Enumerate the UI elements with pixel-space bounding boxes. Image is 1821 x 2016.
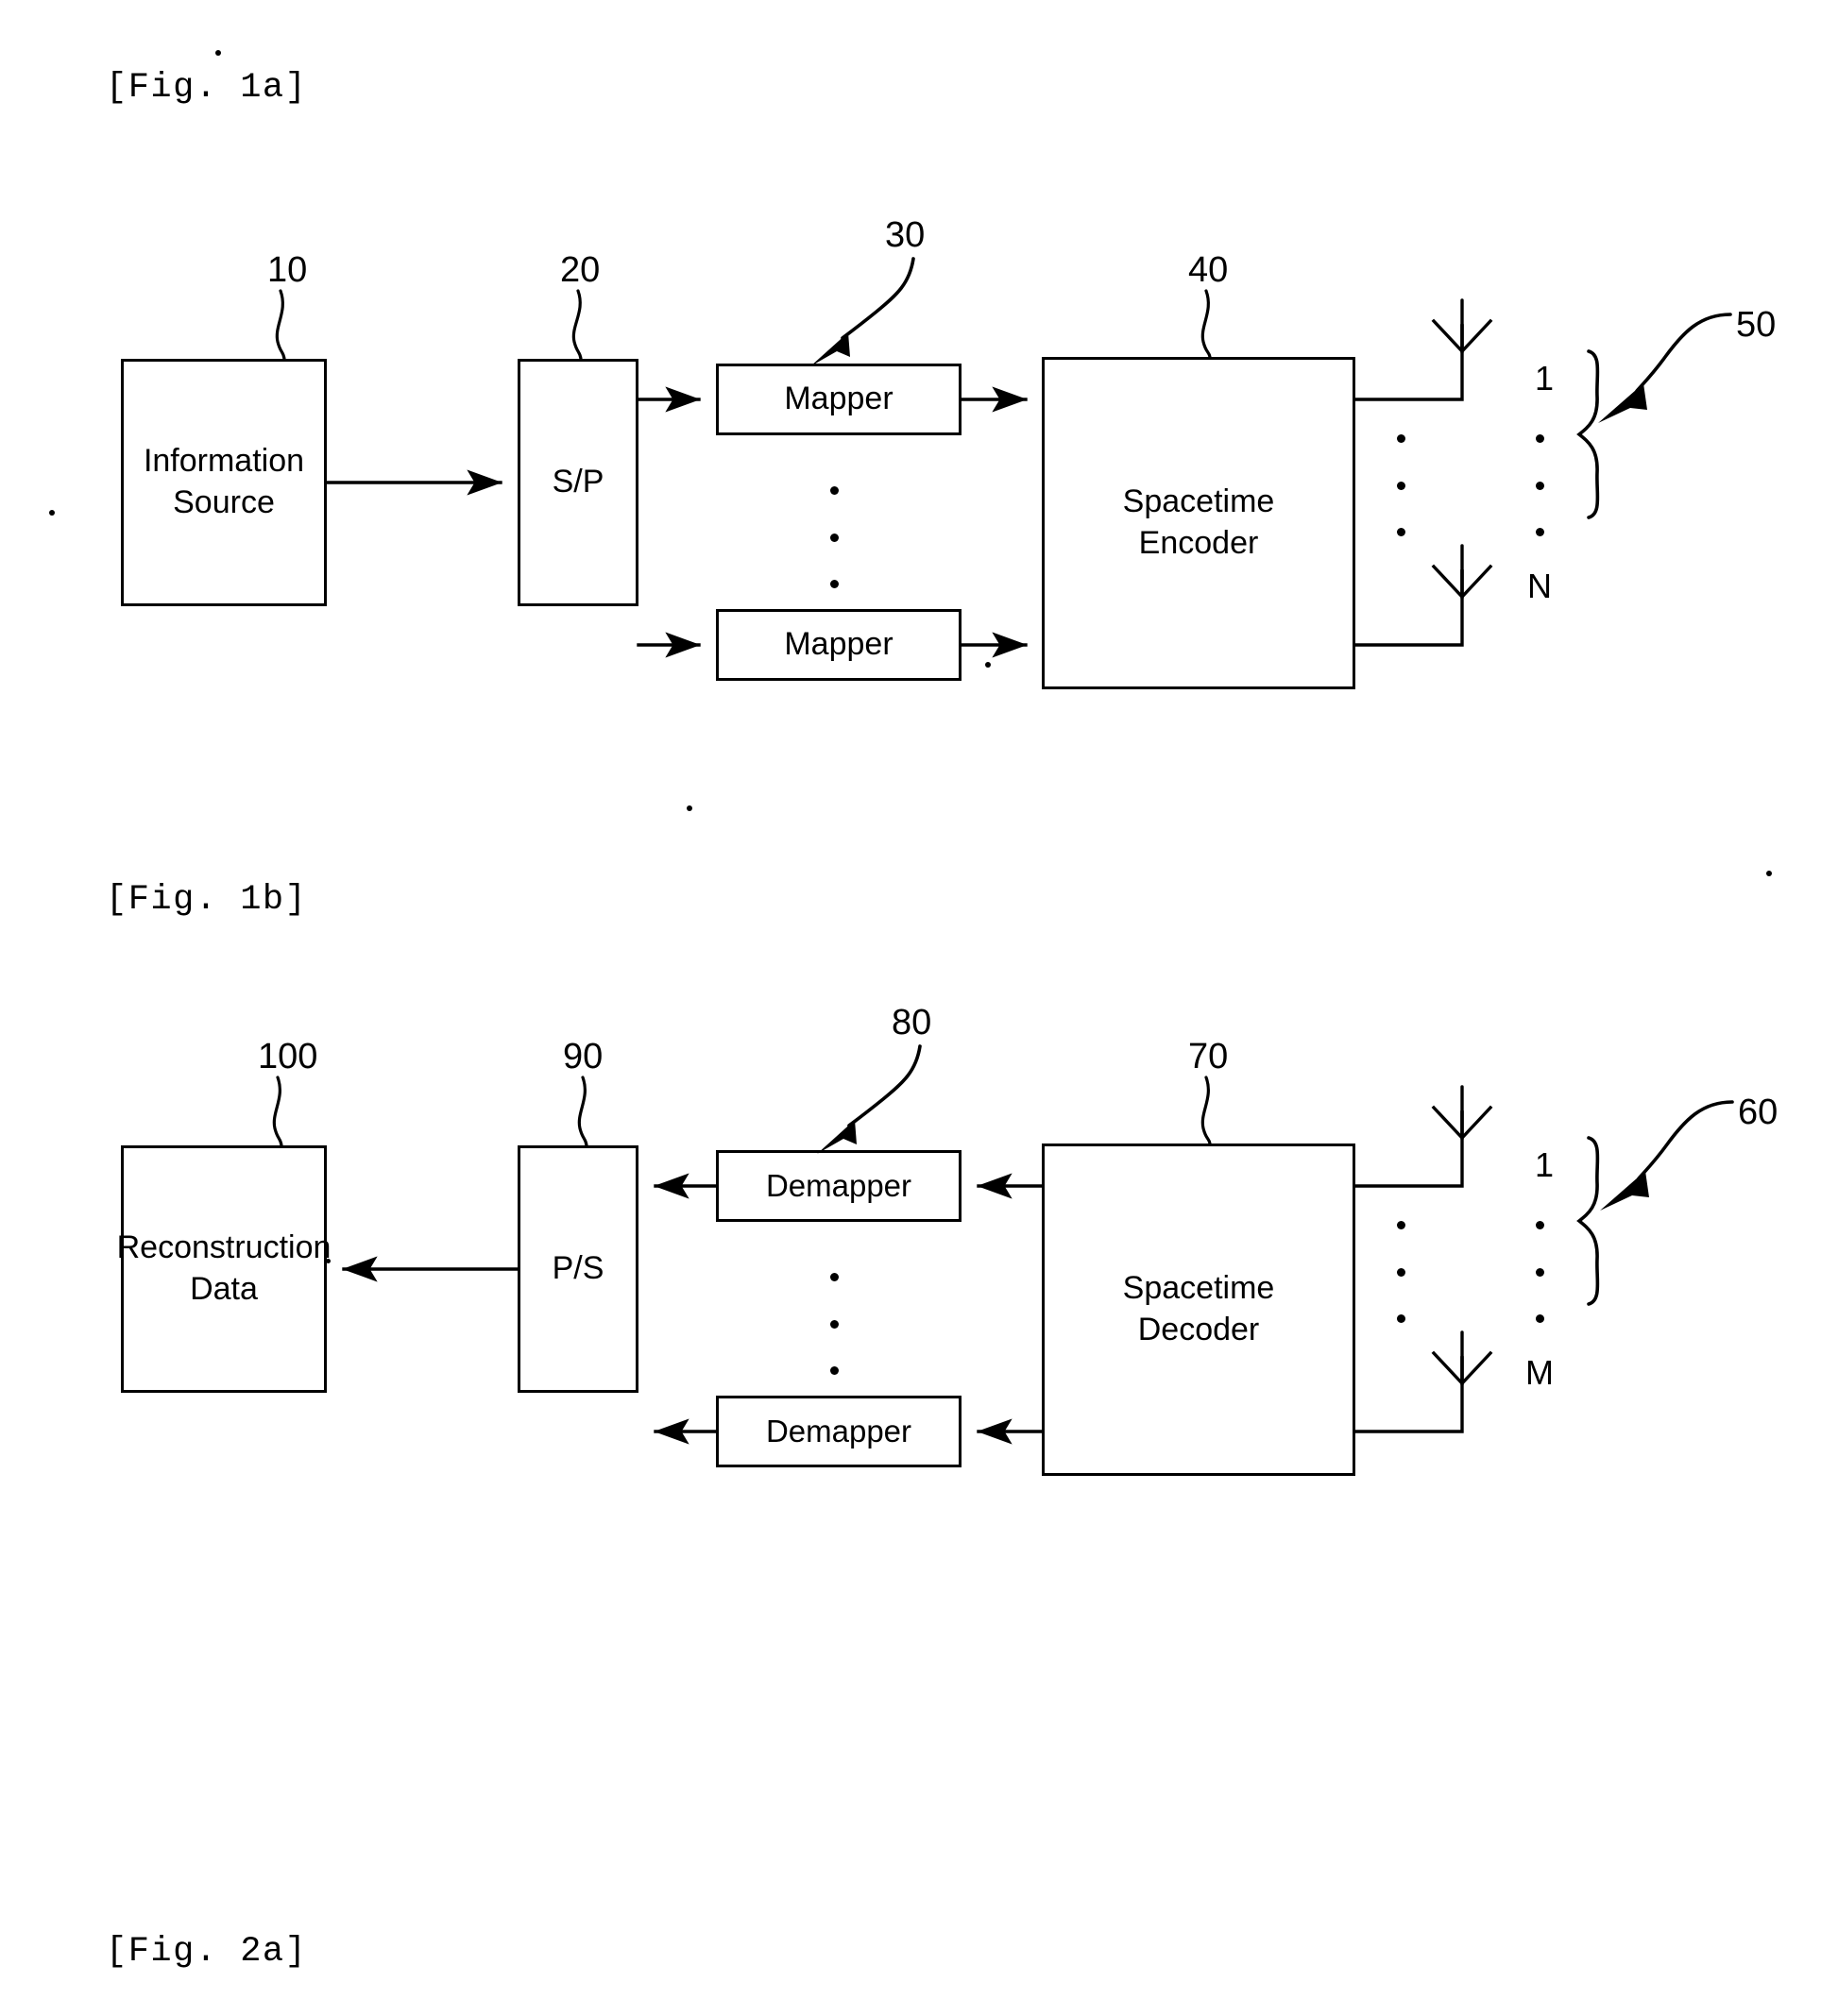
antenna-index-ellipsis-tx (1535, 434, 1544, 536)
block-parallel-to-serial-label: P/S (552, 1250, 604, 1287)
block-demapper-bottom-label: Demapper (765, 1413, 912, 1448)
scan-speck (687, 805, 692, 811)
antenna-index-last-rx: M (1525, 1353, 1554, 1392)
leader-arrow-50 (1635, 313, 1732, 393)
block-information-source-label: Information Source (143, 443, 305, 520)
block-demapper-top: Demapper (716, 1150, 962, 1222)
scan-speck (326, 1259, 331, 1263)
demapper-ellipsis (829, 1273, 839, 1375)
antenna-lead-rx-m (1353, 1356, 1464, 1433)
antenna-lead-tx-1 (1353, 324, 1464, 401)
leader-line-10 (275, 289, 286, 361)
antenna-lead-ellipsis-rx (1396, 1221, 1405, 1323)
block-mapper-top-label: Mapper (784, 381, 893, 417)
antenna-index-last-tx: N (1527, 567, 1552, 605)
antenna-count-brace-tx (1576, 349, 1600, 519)
antenna-icon-tx-n (1431, 564, 1493, 600)
antenna-index-ellipsis-rx (1535, 1221, 1544, 1323)
ref-numeral-70: 70 (1188, 1037, 1229, 1076)
leader-line-90 (577, 1076, 588, 1147)
ref-numeral-80: 80 (892, 1003, 932, 1042)
block-demapper-top-label: Demapper (765, 1167, 912, 1203)
leader-arrow-80 (847, 1044, 922, 1127)
antenna-icon-rx-1 (1431, 1105, 1493, 1141)
ref-numeral-60: 60 (1738, 1093, 1778, 1132)
leader-arrowhead-50 (1598, 383, 1647, 423)
antenna-icon-rx-m (1431, 1350, 1493, 1386)
leader-line-100 (272, 1076, 283, 1147)
leader-line-40 (1200, 289, 1212, 359)
antenna-index-first-rx: 1 (1535, 1145, 1555, 1184)
block-spacetime-encoder-label: Spacetime Encoder (1122, 483, 1275, 561)
ref-numeral-20: 20 (560, 250, 601, 290)
figure-caption-1b: [Fig. 1b] (106, 880, 308, 920)
scan-speck (1766, 871, 1772, 876)
block-serial-to-parallel-label: S/P (552, 464, 604, 500)
ref-numeral-90: 90 (563, 1037, 604, 1076)
ref-numeral-30: 30 (885, 215, 926, 255)
ref-numeral-100: 100 (258, 1037, 318, 1076)
antenna-lead-tx-n (1353, 569, 1464, 647)
leader-arrow-60 (1637, 1100, 1734, 1180)
leader-arrowhead-80 (817, 1120, 857, 1154)
leader-line-70 (1200, 1076, 1212, 1145)
antenna-lead-ellipsis-tx (1396, 434, 1405, 536)
scan-speck (985, 662, 991, 668)
leader-arrowhead-60 (1600, 1171, 1649, 1211)
block-parallel-to-serial: P/S (518, 1145, 638, 1393)
mapper-ellipsis (829, 486, 839, 588)
block-spacetime-encoder: Spacetime Encoder (1042, 357, 1355, 689)
ref-numeral-40: 40 (1188, 250, 1229, 290)
block-mapper-top: Mapper (716, 364, 962, 435)
figure-caption-2a: [Fig. 2a] (106, 1932, 308, 1972)
block-demapper-bottom: Demapper (716, 1396, 962, 1467)
scan-speck (49, 510, 55, 516)
scan-speck (215, 50, 221, 56)
ref-numeral-50: 50 (1736, 305, 1777, 345)
leader-arrow-30 (841, 257, 915, 340)
figure-caption-1a: [Fig. 1a] (106, 68, 308, 108)
ref-numeral-10: 10 (267, 250, 308, 290)
antenna-index-first-tx: 1 (1535, 359, 1555, 398)
block-spacetime-decoder: Spacetime Decoder (1042, 1144, 1355, 1476)
leader-line-20 (571, 289, 583, 361)
block-mapper-bottom: Mapper (716, 609, 962, 681)
block-reconstruction-data-label: Reconstruction Data (116, 1229, 332, 1307)
block-reconstruction-data: Reconstruction Data (117, 1145, 331, 1393)
block-information-source: Information Source (121, 359, 327, 606)
antenna-lead-rx-1 (1353, 1110, 1464, 1188)
block-mapper-bottom-label: Mapper (784, 626, 893, 663)
block-spacetime-decoder-label: Spacetime Decoder (1122, 1270, 1275, 1347)
leader-arrowhead-30 (810, 332, 850, 366)
antenna-icon-tx-1 (1431, 318, 1493, 354)
antenna-count-brace-rx (1576, 1136, 1600, 1306)
block-serial-to-parallel: S/P (518, 359, 638, 606)
